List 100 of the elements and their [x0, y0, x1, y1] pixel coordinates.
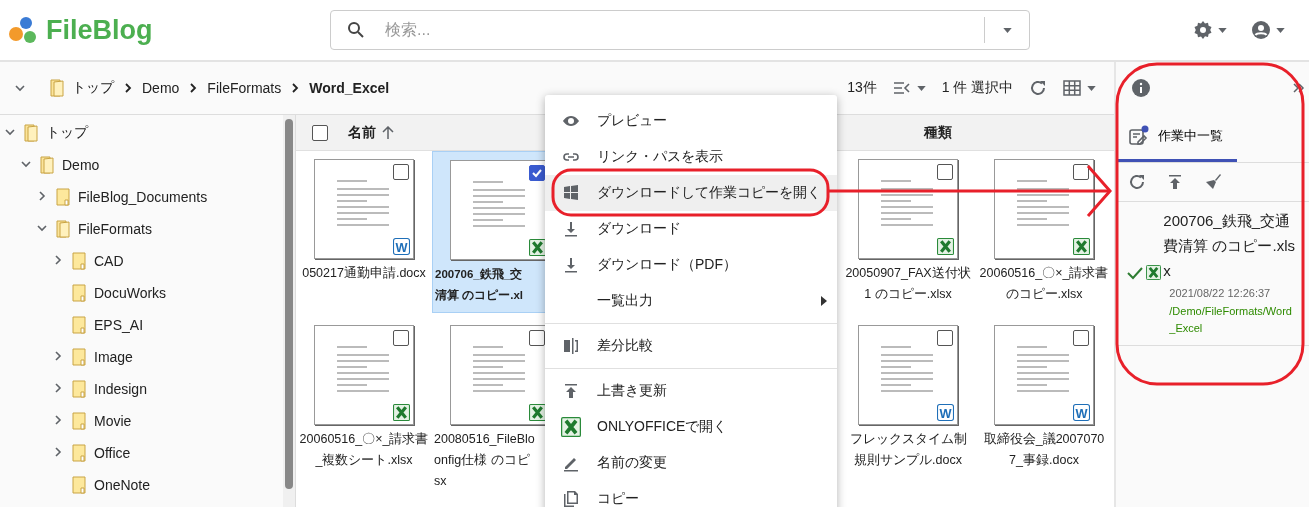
checkbox[interactable] [937, 330, 953, 346]
breadcrumb-link[interactable]: Demo [142, 80, 180, 96]
file-name: 200706_鉄飛_交 [434, 267, 524, 282]
expand-chevron-icon[interactable] [52, 414, 64, 426]
file-name: _複数シート.xlsx [314, 452, 414, 469]
expand-chevron-icon[interactable] [36, 222, 48, 234]
checkbox[interactable] [1073, 164, 1089, 180]
logo-text: FileBlog [46, 14, 153, 46]
file-tile[interactable]: W 取締役会_議2007070 7_事録.docx [976, 317, 1112, 498]
refresh-icon[interactable] [1029, 79, 1048, 97]
sort-icon [892, 80, 911, 96]
folder-label[interactable]: トップ [46, 124, 88, 142]
user-avatar-icon [1251, 20, 1271, 40]
caret-icon[interactable] [1087, 85, 1097, 91]
expand-chevron-icon[interactable] [20, 158, 32, 170]
file-name: 20060516_〇×_請求書 [978, 265, 1110, 282]
expand-chevron-icon[interactable] [52, 350, 64, 362]
file-tile[interactable]: 20060516_〇×_請求書 のコピー.xlsx [976, 151, 1112, 313]
folder-icon [56, 188, 70, 206]
folder-icon [72, 348, 86, 366]
excel-file-icon [937, 238, 954, 255]
breadcrumb-link[interactable]: Word_Excel [309, 80, 390, 96]
folder-label[interactable]: Office [94, 445, 131, 461]
info-icon[interactable] [1132, 79, 1151, 97]
collapse-panel-icon[interactable] [1293, 82, 1305, 94]
column-header[interactable]: 種類 [924, 123, 952, 142]
checkbox[interactable] [1073, 330, 1089, 346]
folder-label[interactable]: FileBlog_Documents [78, 189, 208, 205]
folder-label[interactable]: Indesign [94, 381, 147, 397]
folder-label[interactable]: EPS_AI [94, 317, 144, 333]
word-file-icon: W [1073, 404, 1090, 421]
file-tile[interactable]: 20050907_FAX送付状 1 のコピー.xlsx [840, 151, 976, 313]
folder-icon [72, 412, 86, 430]
breadcrumb-link[interactable]: FileFormats [207, 80, 282, 96]
folder-icon [72, 252, 86, 270]
user-button[interactable] [1251, 20, 1285, 40]
broom-icon[interactable] [1204, 173, 1223, 191]
folder-icon [72, 380, 86, 398]
file-tile[interactable]: W フレックスタイム制 規則サンプル.docx [840, 317, 976, 498]
panel-tab[interactable]: 作業中一覧 [1116, 125, 1238, 162]
folder-label[interactable]: FileFormats [78, 221, 152, 237]
caret-icon[interactable] [916, 85, 926, 91]
file-path: /Demo/FileFormats/Word_Excel [1168, 304, 1293, 336]
search-icon [347, 21, 365, 39]
folder-label[interactable]: Demo [62, 157, 100, 173]
search-field[interactable]: 検索... [330, 10, 1030, 50]
work-file-name[interactable]: 200706_鉄飛_交通費清算 のコピー.xlsx [1163, 208, 1296, 283]
sort-button[interactable] [892, 80, 926, 96]
folder-icon [72, 476, 86, 494]
file-tile[interactable]: W 050217通勤申請.docx [296, 151, 432, 313]
folder-label[interactable]: CAD [94, 253, 124, 269]
expand-chevron-icon[interactable] [4, 126, 16, 138]
modified-date: 2021/08/22 12:26:37 [1168, 286, 1272, 301]
excel-file-icon [529, 239, 546, 256]
checkbox[interactable] [393, 330, 409, 346]
folder-label[interactable]: OneNote [94, 477, 151, 493]
breadcrumb-link[interactable]: トップ [72, 79, 114, 97]
file-name: 1 のコピー.xlsx [863, 286, 953, 303]
windows-logo-icon [561, 183, 581, 203]
open-folder-icon [56, 220, 70, 238]
selection-count: 1 件 選択中 [941, 79, 1014, 97]
folder-label[interactable]: Movie [94, 413, 132, 429]
caret-icon[interactable] [1276, 27, 1285, 33]
folder-label[interactable]: DocuWorks [94, 285, 167, 301]
file-name: 取締役会_議2007070 [982, 431, 1106, 448]
expand-chevron-icon[interactable] [52, 254, 64, 266]
caret-icon[interactable] [1002, 27, 1012, 33]
search-input[interactable]: 検索... [383, 20, 984, 40]
collapse-chevron-icon[interactable] [14, 82, 26, 94]
expand-chevron-icon[interactable] [52, 446, 64, 458]
word-file-icon: W [937, 404, 954, 421]
checkbox[interactable] [937, 164, 953, 180]
open-folder-icon [24, 124, 38, 142]
view-mode-button[interactable] [1063, 80, 1097, 96]
checkbox[interactable] [529, 165, 545, 181]
menu-item[interactable]: プレビュー [545, 103, 837, 139]
scrollbar[interactable] [283, 115, 296, 507]
expand-chevron-icon[interactable] [52, 382, 64, 394]
open-folder-icon [40, 156, 54, 174]
checkbox[interactable] [393, 164, 409, 180]
file-name: 20050907_FAX送付状 [844, 265, 972, 282]
menu-item[interactable]: ダウンロードして作業コピーを開く [545, 175, 837, 211]
file-tile[interactable]: 20060516_〇×_請求書 _複数シート.xlsx [296, 317, 432, 498]
column-header[interactable]: 名前 [348, 123, 376, 142]
checkbox[interactable] [529, 330, 545, 346]
select-all-checkbox[interactable] [312, 124, 328, 141]
file-name: sx [433, 473, 448, 490]
item-count: 13件 [847, 79, 877, 97]
excel-file-icon [393, 404, 410, 421]
excel-file-icon [561, 417, 581, 437]
folder-label[interactable]: Image [94, 349, 133, 365]
edit-document-icon [1128, 125, 1151, 147]
settings-button[interactable] [1193, 20, 1227, 40]
excel-file-icon [529, 404, 546, 421]
refresh-icon[interactable] [1128, 173, 1147, 191]
caret-icon[interactable] [1218, 27, 1227, 33]
expand-chevron-icon[interactable] [36, 190, 48, 202]
excel-file-icon [1073, 238, 1090, 255]
folder-icon [72, 316, 86, 334]
compare-icon [561, 336, 581, 356]
